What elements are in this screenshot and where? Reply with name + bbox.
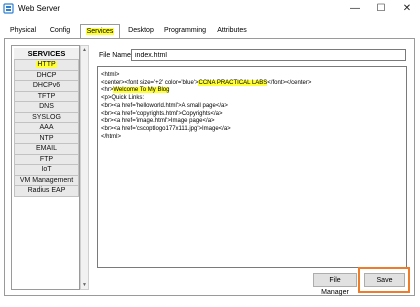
tab-label: Desktop (128, 27, 154, 34)
scroll-up-icon[interactable]: ▲ (81, 46, 88, 54)
sidebar-item-dns[interactable]: DNS (14, 102, 79, 113)
tab-programming[interactable]: Programming (162, 24, 208, 38)
html-editor[interactable]: <html> <center><font size='+2' color='blu… (97, 66, 407, 268)
sidebar-scrollbar[interactable]: ▲ ▼ (80, 45, 89, 290)
scroll-down-icon[interactable]: ▼ (81, 281, 88, 289)
code-text: <p>Quick Links: (101, 95, 145, 102)
file-name-label: File Name: (99, 52, 133, 59)
services-header: SERVICES (14, 48, 79, 60)
code-text: <html> (101, 72, 120, 78)
tab-label: Physical (9, 27, 37, 34)
sidebar-item-http[interactable]: HTTP (14, 60, 79, 71)
sidebar-item-radius-eap[interactable]: Radius EAP (14, 186, 79, 197)
title-bar: Web Server — ☐ ✕ (0, 0, 420, 17)
sidebar-item-vm-management[interactable]: VM Management (14, 175, 79, 186)
code-line: <br><a href='copyrights.html'>Copyrights… (101, 111, 311, 119)
maximize-button[interactable]: ☐ (370, 0, 392, 17)
app-icon (3, 3, 14, 14)
code-text: <br><a href='copyrights.html'>Copyrights… (101, 110, 223, 117)
code-text: <hr> (101, 87, 114, 94)
code-line: <hr>Welcome To My Blog (101, 87, 311, 95)
sidebar-item-aaa[interactable]: AAA (14, 123, 79, 134)
close-button[interactable]: ✕ (396, 0, 418, 17)
code-line: <br><a href='cscoptlogo177x111.jpg'>Imag… (101, 126, 311, 134)
code-line: <p>Quick Links: (101, 95, 311, 103)
tab-config[interactable]: Config (47, 24, 73, 38)
code-text: <br><a href='helloworld.html'>A small pa… (101, 102, 228, 109)
tab-services[interactable]: Services (80, 24, 120, 38)
tab-attributes[interactable]: Attributes (214, 24, 250, 38)
services-sidebar: SERVICES HTTP DHCP DHCPv6 TFTP DNS SYSLO… (11, 45, 80, 290)
tab-desktop[interactable]: Desktop (125, 24, 157, 38)
sidebar-item-ftp[interactable]: FTP (14, 154, 79, 165)
tab-physical[interactable]: Physical (8, 24, 38, 38)
sidebar-item-dhcpv6[interactable]: DHCPv6 (14, 81, 79, 92)
code-line: <br><a href='image.html'>Image page</a> (101, 118, 311, 126)
code-line: <html> (101, 72, 311, 80)
window-title: Web Server (18, 4, 61, 13)
code-text: </html> (101, 133, 122, 140)
code-highlight: Welcome To My Blog (113, 87, 170, 94)
code-line: <center><font size='+2' color='blue'>CCN… (101, 79, 312, 88)
tab-label: Attributes (217, 27, 247, 34)
sidebar-item-tftp[interactable]: TFTP (14, 91, 79, 102)
code-highlight: CCNA PRACTICAL LABS (198, 79, 268, 86)
services-list: SERVICES HTTP DHCP DHCPv6 TFTP DNS SYSLO… (14, 48, 79, 197)
tab-label: Config (49, 27, 71, 34)
sidebar-item-iot[interactable]: IoT (14, 165, 79, 176)
html-code: <html> <center><font size='+2' color='blu… (101, 72, 311, 141)
file-name-input[interactable] (131, 49, 406, 61)
code-text: </font></center> (267, 79, 312, 86)
sidebar-item-email[interactable]: EMAIL (14, 144, 79, 155)
tab-label: Services (85, 28, 115, 35)
code-text: <center><font size='+2' color='blue'> (101, 79, 199, 86)
sidebar-item-ntp[interactable]: NTP (14, 133, 79, 144)
save-highlight-box (358, 267, 410, 293)
code-line: </html> (101, 134, 311, 142)
code-text: <br><a href='cscoptlogo177x111.jpg'>Imag… (101, 125, 231, 132)
code-line: <br><a href='helloworld.html'>A small pa… (101, 103, 311, 111)
tab-label: Programming (163, 27, 206, 34)
sidebar-item-dhcp[interactable]: DHCP (14, 70, 79, 81)
sidebar-item-syslog[interactable]: SYSLOG (14, 112, 79, 123)
sidebar-item-label: HTTP (36, 61, 57, 68)
code-text: <br><a href='image.html'>Image page</a> (101, 118, 215, 125)
minimize-button[interactable]: — (344, 0, 366, 17)
file-manager-button[interactable]: File Manager (313, 273, 357, 296)
